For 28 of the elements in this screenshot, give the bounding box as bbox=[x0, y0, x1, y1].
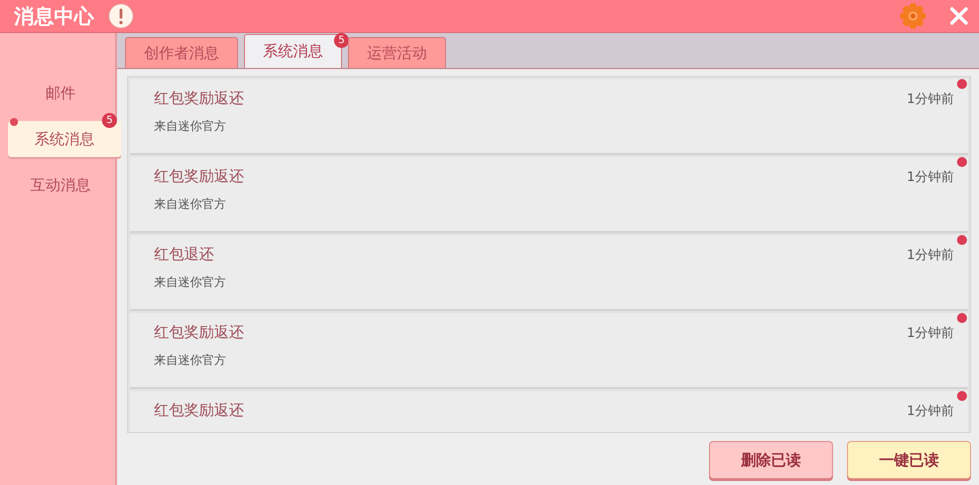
delete-read-button[interactable]: 删除已读 bbox=[709, 441, 833, 479]
message-time: 1分钟前 bbox=[906, 90, 954, 108]
message-source: 来自迷你官方 bbox=[154, 352, 227, 369]
settings-icon[interactable] bbox=[899, 2, 927, 30]
count-badge: 5 bbox=[102, 113, 117, 128]
info-icon[interactable] bbox=[108, 3, 134, 29]
message-time: 1分钟前 bbox=[906, 324, 954, 342]
sidebar-item[interactable]: 邮件 bbox=[0, 75, 121, 111]
message-title: 红包退还 bbox=[154, 245, 214, 264]
message-card[interactable]: 红包奖励返还 1分钟前 来自迷你官方 bbox=[130, 157, 968, 231]
message-card[interactable]: 红包奖励返还 1分钟前 来自迷你官方 bbox=[130, 313, 968, 387]
message-title: 红包奖励返还 bbox=[154, 323, 244, 342]
message-card[interactable]: 红包退还 1分钟前 来自迷你官方 bbox=[130, 235, 968, 309]
message-title: 红包奖励返还 bbox=[154, 167, 244, 186]
message-source: 来自迷你官方 bbox=[154, 118, 227, 135]
message-time: 1分钟前 bbox=[906, 402, 954, 420]
close-icon[interactable] bbox=[949, 6, 969, 26]
message-title: 红包奖励返还 bbox=[154, 401, 244, 420]
message-title: 红包奖励返还 bbox=[154, 89, 244, 108]
mark-all-read-button[interactable]: 一键已读 bbox=[847, 441, 971, 479]
sidebar-item[interactable]: 互动消息 bbox=[0, 167, 121, 203]
window-title: 消息中心 bbox=[14, 2, 94, 30]
message-source: 来自迷你官方 bbox=[154, 196, 227, 213]
message-card[interactable]: 红包奖励返还 1分钟前 来自迷你官方 bbox=[130, 79, 968, 153]
message-card[interactable]: 红包奖励返还 1分钟前 bbox=[130, 391, 968, 432]
message-source: 来自迷你官方 bbox=[154, 274, 227, 291]
message-time: 1分钟前 bbox=[906, 168, 954, 186]
message-time: 1分钟前 bbox=[906, 246, 954, 264]
